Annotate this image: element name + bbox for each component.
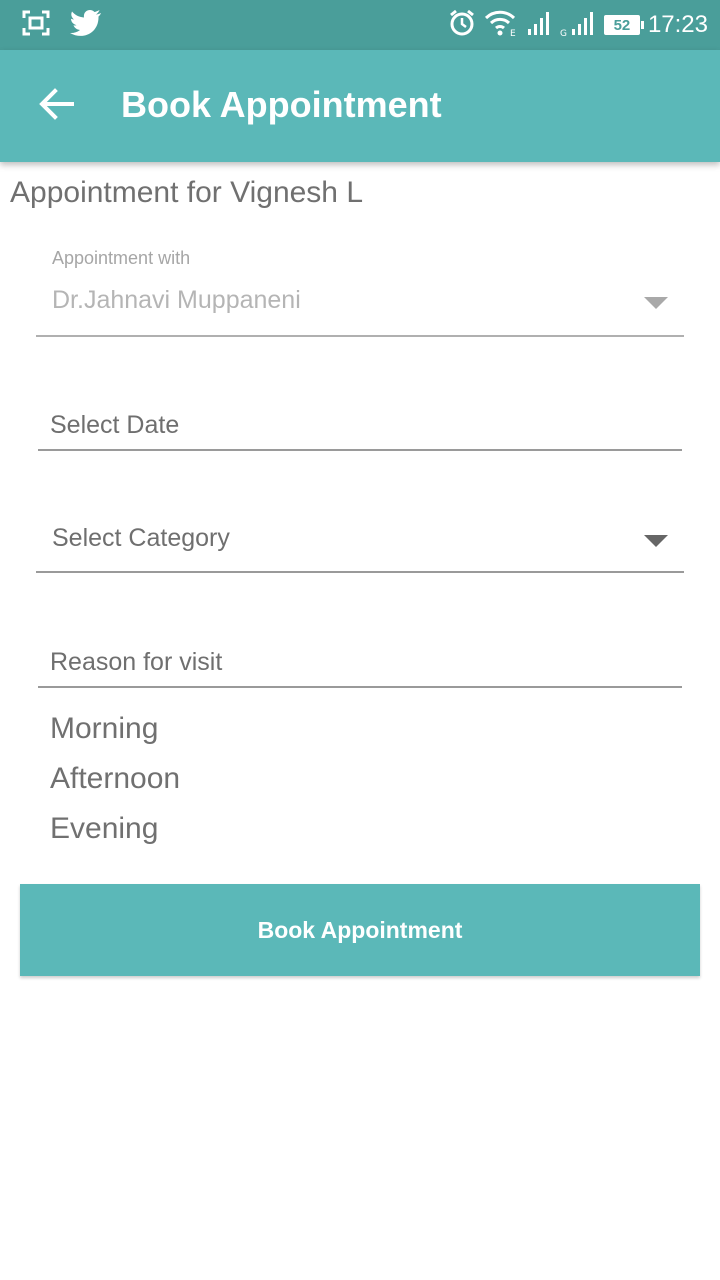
back-button[interactable]	[30, 82, 82, 130]
doctor-spinner-underline	[36, 335, 684, 337]
status-bar-right: E G 52 17:23	[448, 8, 708, 42]
status-bar: E G 52 17:23	[0, 0, 720, 50]
status-bar-left	[22, 9, 102, 42]
twitter-icon	[70, 9, 102, 42]
doctor-spinner[interactable]: Dr.Jahnavi Muppaneni	[52, 286, 301, 315]
wifi-icon: E	[484, 9, 518, 42]
app-bar: Book Appointment	[0, 50, 720, 162]
chevron-down-icon[interactable]	[644, 535, 668, 547]
signal-icon-2: G	[560, 9, 596, 42]
category-spinner[interactable]: Select Category	[52, 524, 230, 553]
page-title: Book Appointment	[121, 84, 442, 125]
arrow-back-icon	[38, 87, 74, 125]
svg-text:G: G	[560, 29, 567, 37]
chevron-down-icon[interactable]	[644, 297, 668, 309]
battery-indicator: 52	[603, 15, 644, 35]
screenshot-icon	[22, 10, 50, 41]
signal-icon	[526, 9, 552, 42]
date-input[interactable]: Select Date	[50, 411, 179, 440]
appointment-for-label: Appointment for Vignesh L	[10, 176, 364, 209]
doctor-field-label: Appointment with	[52, 248, 191, 268]
reason-input[interactable]: Reason for visit	[50, 648, 222, 677]
book-appointment-button[interactable]: Book Appointment	[20, 884, 700, 976]
slot-option-evening[interactable]: Evening	[50, 812, 158, 846]
date-input-underline	[38, 449, 682, 451]
slot-option-afternoon[interactable]: Afternoon	[50, 762, 180, 796]
category-spinner-underline	[36, 571, 684, 573]
svg-text:E: E	[510, 29, 516, 37]
reason-input-underline	[38, 686, 682, 688]
slot-option-morning[interactable]: Morning	[50, 712, 158, 746]
alarm-icon	[448, 9, 476, 42]
clock: 17:23	[647, 11, 708, 38]
